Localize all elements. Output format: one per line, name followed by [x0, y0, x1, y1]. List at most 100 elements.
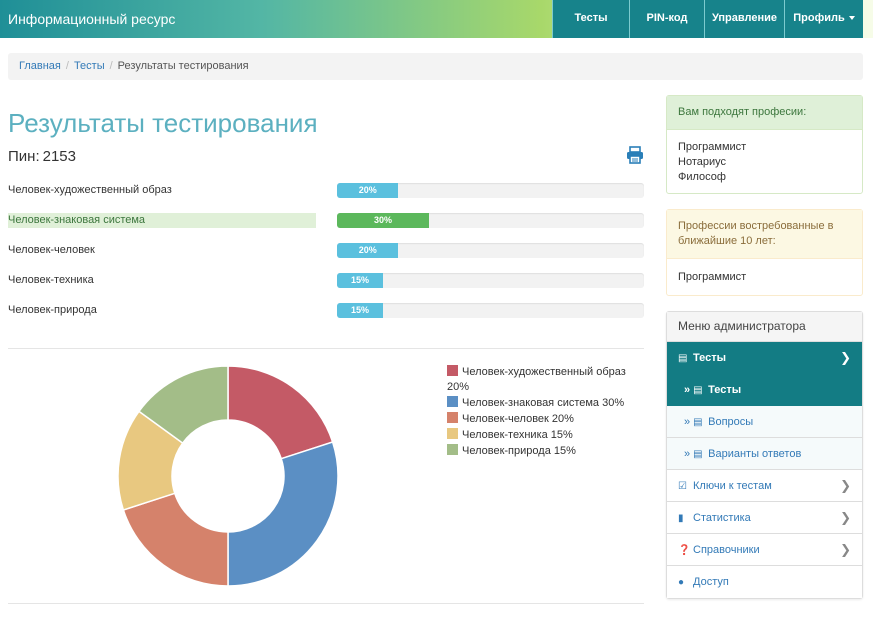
progress-bar: 20% — [337, 243, 399, 258]
top-navbar: Информационный ресурс Тесты PIN-код Упра… — [0, 0, 873, 38]
result-row: Человек-природа 15% — [8, 302, 644, 318]
nav-profile-dropdown[interactable]: Профиль — [784, 0, 863, 38]
chevron-right-icon: ❯ — [840, 510, 851, 525]
print-icon[interactable] — [626, 146, 644, 164]
result-label: Человек-природа — [8, 304, 97, 316]
menu-item-label: Вопросы — [708, 416, 754, 428]
progress-track: 30% — [337, 213, 644, 228]
chart-legend: Человек-художественный образ 20% Человек-… — [447, 365, 637, 460]
progress-track: 15% — [337, 273, 644, 288]
list-icon: ▤ — [678, 353, 688, 364]
breadcrumb: Главная / Тесты / Результаты тестирования — [8, 53, 863, 80]
legend-swatch — [447, 396, 458, 407]
pin-display: Пин: 2153 — [8, 148, 76, 165]
question-circle-icon: ❓ — [678, 545, 691, 556]
profession-item: Программист — [678, 141, 747, 153]
legend-swatch — [447, 365, 458, 376]
panel-body: Программист — [667, 259, 862, 295]
result-row-highlighted: Человек-знаковая система 30% — [8, 212, 644, 228]
result-row: Человек-художественный образ 20% — [8, 182, 644, 198]
panel-heading: Вам подходят професии: — [667, 96, 862, 130]
pin-value: 2153 — [42, 148, 76, 165]
nav-management-label: Управление — [711, 12, 777, 24]
nav-tests-label: Тесты — [574, 12, 608, 24]
legend-item: Человек-знаковая система 30% — [447, 396, 637, 411]
raquo-icon: » — [684, 448, 691, 460]
menu-item-label: Статистика — [693, 512, 751, 524]
raquo-icon: » — [684, 416, 691, 428]
progress-track: 20% — [337, 243, 644, 258]
raquo-icon: » — [684, 384, 691, 396]
list-icon: ▤ — [693, 417, 703, 428]
menu-item-label: Доступ — [693, 576, 729, 588]
submenu-item-tests[interactable]: » ▤ Тесты — [667, 374, 862, 406]
user-icon: ● — [678, 577, 685, 588]
legend-label: Человек-природа 15% — [462, 445, 576, 457]
progress-bar: 15% — [337, 273, 384, 288]
submenu-item-answer-options[interactable]: » ▤ Варианты ответов — [667, 438, 862, 470]
menu-item-label: Тесты — [708, 384, 742, 396]
menu-item-label: Тесты — [693, 352, 727, 364]
brand-title[interactable]: Информационный ресурс — [8, 11, 175, 27]
nav-pin-code[interactable]: PIN-код — [629, 0, 704, 38]
chevron-right-icon: ❯ — [840, 542, 851, 557]
menu-item-label: Варианты ответов — [708, 448, 802, 460]
legend-item: Человек-человек 20% — [447, 412, 637, 427]
pie-slice — [227, 365, 334, 460]
legend-item: Человек-природа 15% — [447, 444, 637, 459]
profession-item: Философ — [678, 171, 726, 183]
divider — [8, 348, 644, 349]
caret-down-icon — [848, 16, 855, 21]
legend-swatch — [447, 444, 458, 455]
legend-label: Человек-художественный образ 20% — [447, 366, 626, 393]
result-label: Человек-знаковая система — [8, 213, 316, 228]
panel-body: Программист Нотариус Философ — [667, 130, 862, 195]
result-label: Человек-техника — [8, 274, 94, 286]
menu-item-access[interactable]: ● Доступ — [667, 566, 862, 598]
result-row: Человек-человек 20% — [8, 242, 644, 258]
pie-slice — [227, 441, 339, 587]
pie-slice — [122, 492, 229, 587]
suitable-professions-panel: Вам подходят професии: Программист Нотар… — [666, 95, 863, 194]
menu-item-tests[interactable]: ▤ Тесты ❯ — [667, 342, 862, 374]
breadcrumb-separator: / — [65, 60, 69, 72]
divider — [8, 603, 644, 604]
nav-pin-code-label: PIN-код — [646, 12, 688, 24]
menu-item-references[interactable]: ❓ Справочники ❯ — [667, 534, 862, 566]
progress-track: 20% — [337, 183, 644, 198]
submenu-item-questions[interactable]: » ▤ Вопросы — [667, 406, 862, 438]
legend-label: Человек-человек 20% — [462, 413, 574, 425]
breadcrumb-separator: / — [109, 60, 113, 72]
progress-bar: 15% — [337, 303, 384, 318]
progress-bar: 30% — [337, 213, 430, 228]
profession-item: Нотариус — [678, 156, 726, 168]
nav-management[interactable]: Управление — [704, 0, 784, 38]
legend-label: Человек-знаковая система 30% — [462, 397, 625, 409]
progress-bar: 20% — [337, 183, 399, 198]
nav-profile-label: Профиль — [793, 12, 845, 24]
admin-menu: Меню администратора ▤ Тесты ❯ » ▤ Тесты » ▤ В… — [666, 311, 863, 599]
legend-item: Человек-техника 15% — [447, 428, 637, 443]
menu-item-label: Ключи к тестам — [693, 480, 772, 492]
list-icon: ▤ — [693, 385, 703, 396]
page-title: Результаты тестирования — [8, 108, 318, 138]
legend-swatch — [447, 428, 458, 439]
list-icon: ▤ — [693, 449, 703, 460]
breadcrumb-current: Результаты тестирования — [117, 60, 249, 72]
breadcrumb-home-link[interactable]: Главная — [19, 60, 61, 72]
panel-heading: Профессии востребованные в ближайшие 10 … — [667, 210, 862, 259]
breadcrumb-tests-link[interactable]: Тесты — [74, 60, 105, 72]
nav-tests[interactable]: Тесты — [552, 0, 629, 38]
result-row: Человек-техника 15% — [8, 272, 644, 288]
menu-item-test-keys[interactable]: ☑ Ключи к тестам ❯ — [667, 470, 862, 502]
profession-item: Программист — [678, 271, 747, 283]
legend-label: Человек-техника 15% — [462, 429, 573, 441]
legend-swatch — [447, 412, 458, 423]
menu-item-statistics[interactable]: ▮ Статистика ❯ — [667, 502, 862, 534]
checkbox-icon: ☑ — [678, 481, 687, 492]
admin-menu-heading: Меню администратора — [667, 312, 862, 342]
chevron-down-icon: ❯ — [840, 350, 851, 365]
chevron-right-icon: ❯ — [840, 478, 851, 493]
progress-track: 15% — [337, 303, 644, 318]
demand-professions-panel: Профессии востребованные в ближайшие 10 … — [666, 209, 863, 296]
